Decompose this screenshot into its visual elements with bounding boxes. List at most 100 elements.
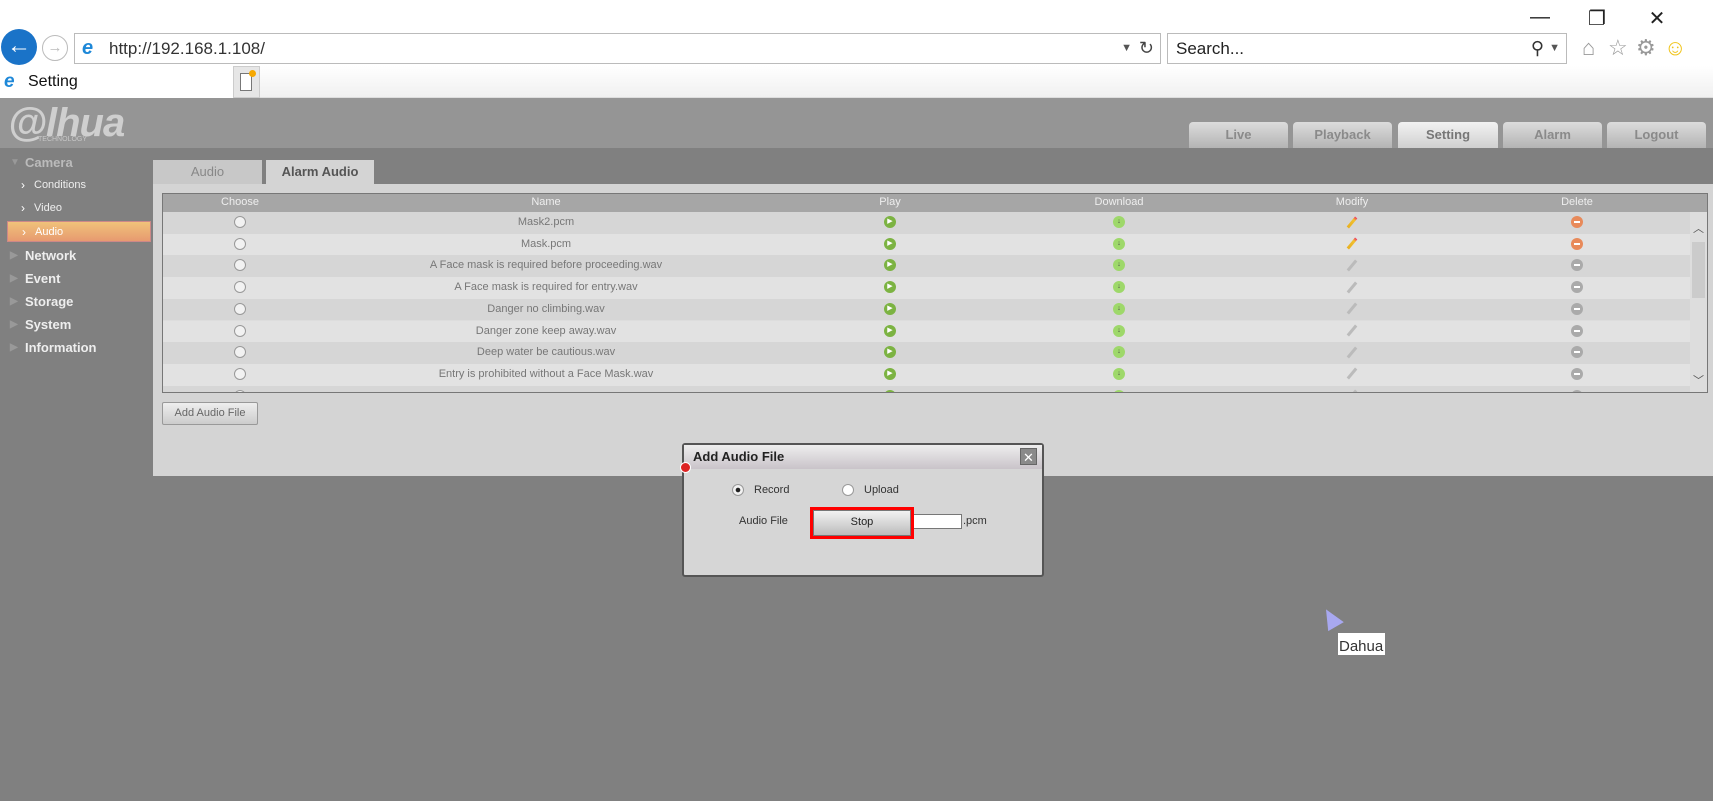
- nav-tab-setting[interactable]: Setting: [1398, 122, 1498, 148]
- delete-icon[interactable]: [1571, 299, 1583, 321]
- pencil-icon[interactable]: [1346, 255, 1358, 277]
- play-icon[interactable]: ▶: [884, 299, 896, 321]
- choose-radio[interactable]: [234, 299, 246, 321]
- sidebar-item-event[interactable]: ▶ Event: [0, 268, 152, 289]
- pencil-icon[interactable]: [1346, 364, 1358, 386]
- choose-radio[interactable]: [234, 234, 246, 256]
- nav-tab-live[interactable]: Live: [1189, 122, 1288, 148]
- chevron-down-icon[interactable]: ﹀: [1693, 372, 1704, 388]
- download-icon[interactable]: ↓: [1113, 386, 1125, 392]
- chevron-down-icon[interactable]: ▼: [1549, 34, 1560, 63]
- minimize-button[interactable]: —: [1525, 6, 1555, 29]
- nav-tab-logout[interactable]: Logout: [1607, 122, 1706, 148]
- browser-tab[interactable]: e Setting: [0, 66, 233, 98]
- choose-radio[interactable]: [234, 386, 246, 392]
- tab-audio[interactable]: Audio: [153, 160, 262, 184]
- nav-tab-playback[interactable]: Playback: [1293, 122, 1392, 148]
- sidebar-item-system[interactable]: ▶ System: [0, 314, 152, 335]
- column-header-choose: Choose: [221, 196, 259, 208]
- play-icon[interactable]: ▶: [884, 386, 896, 392]
- sidebar-item-network[interactable]: ▶ Network: [0, 245, 152, 266]
- choose-radio[interactable]: [234, 255, 246, 277]
- triangle-right-icon: ▶: [10, 319, 18, 330]
- pencil-icon[interactable]: [1346, 212, 1358, 234]
- pencil-icon[interactable]: [1346, 234, 1358, 256]
- play-icon[interactable]: ▶: [884, 277, 896, 299]
- play-icon[interactable]: ▶: [884, 234, 896, 256]
- delete-icon[interactable]: [1571, 386, 1583, 392]
- download-icon[interactable]: ↓: [1113, 277, 1125, 299]
- play-icon[interactable]: ▶: [884, 364, 896, 386]
- choose-radio[interactable]: [234, 364, 246, 386]
- delete-icon[interactable]: [1571, 342, 1583, 364]
- stop-button[interactable]: Stop: [813, 510, 911, 536]
- download-icon[interactable]: ↓: [1113, 342, 1125, 364]
- search-icon[interactable]: ⚲: [1531, 34, 1544, 63]
- chevron-right-icon: ›: [21, 201, 25, 215]
- play-icon[interactable]: ▶: [884, 255, 896, 277]
- delete-icon[interactable]: [1571, 364, 1583, 386]
- refresh-icon[interactable]: ↻: [1139, 34, 1154, 63]
- sidebar-item-conditions[interactable]: › Conditions: [0, 175, 152, 196]
- sidebar-item-information[interactable]: ▶ Information: [0, 337, 152, 358]
- choose-radio[interactable]: [234, 342, 246, 364]
- triangle-right-icon: ▶: [10, 296, 18, 307]
- choose-radio[interactable]: [234, 212, 246, 234]
- nav-tab-alarm[interactable]: Alarm: [1503, 122, 1602, 148]
- delete-icon[interactable]: [1571, 255, 1583, 277]
- ie-logo-icon: e: [82, 37, 94, 59]
- file-name: Danger zone keep away.wav: [475, 324, 617, 337]
- logo-subtitle: TECHNOLOGY: [38, 136, 88, 143]
- pencil-icon[interactable]: [1346, 321, 1358, 343]
- choose-radio[interactable]: [234, 321, 246, 343]
- sidebar-item-camera[interactable]: ▼ Camera: [0, 152, 152, 173]
- pencil-icon[interactable]: [1346, 386, 1358, 392]
- search-input[interactable]: Search... ⚲ ▼: [1167, 33, 1567, 64]
- record-radio[interactable]: [732, 484, 744, 496]
- download-icon[interactable]: ↓: [1113, 321, 1125, 343]
- pencil-icon[interactable]: [1346, 299, 1358, 321]
- chevron-down-icon[interactable]: ▼: [1121, 34, 1132, 63]
- scrollbar[interactable]: ︿ ﹀: [1690, 212, 1707, 392]
- close-window-button[interactable]: ✕: [1642, 6, 1672, 31]
- delete-icon[interactable]: [1571, 277, 1583, 299]
- play-icon[interactable]: ▶: [884, 321, 896, 343]
- chevron-up-icon[interactable]: ︿: [1693, 220, 1704, 236]
- download-icon[interactable]: ↓: [1113, 212, 1125, 234]
- download-icon[interactable]: ↓: [1113, 255, 1125, 277]
- tab-alarm-audio[interactable]: Alarm Audio: [266, 160, 374, 184]
- table-row: Mask2.pcm ▶ ↓: [163, 212, 1691, 234]
- play-icon[interactable]: ▶: [884, 342, 896, 364]
- home-icon[interactable]: ⌂: [1582, 35, 1595, 61]
- dialog-title: Add Audio File: [684, 445, 1042, 469]
- sidebar-item-audio[interactable]: › Audio: [7, 221, 151, 242]
- upload-radio[interactable]: [842, 484, 854, 496]
- star-icon[interactable]: ☆: [1608, 35, 1628, 61]
- gear-icon[interactable]: ⚙: [1636, 35, 1656, 61]
- play-icon[interactable]: ▶: [884, 212, 896, 234]
- smiley-icon[interactable]: ☺: [1664, 35, 1686, 61]
- column-header-name: Name: [531, 196, 561, 208]
- restore-button[interactable]: ❐: [1582, 6, 1612, 31]
- search-placeholder: Search...: [1176, 39, 1245, 58]
- scrollbar-thumb[interactable]: [1692, 242, 1705, 298]
- pencil-icon[interactable]: [1346, 277, 1358, 299]
- chevron-right-icon: ›: [22, 225, 26, 239]
- delete-icon[interactable]: [1571, 234, 1583, 256]
- choose-radio[interactable]: [234, 277, 246, 299]
- new-tab-button[interactable]: [233, 66, 260, 98]
- delete-icon[interactable]: [1571, 212, 1583, 234]
- close-icon[interactable]: ✕: [1020, 448, 1037, 465]
- add-audio-file-button[interactable]: Add Audio File: [162, 402, 258, 425]
- pencil-icon[interactable]: [1346, 342, 1358, 364]
- file-name: Danger no climbing.wav: [487, 302, 605, 315]
- download-icon[interactable]: ↓: [1113, 234, 1125, 256]
- sidebar-item-video[interactable]: › Video: [0, 198, 152, 219]
- forward-arrow-icon[interactable]: →: [42, 35, 68, 61]
- address-bar[interactable]: e http://192.168.1.108/ ▼ ↻: [74, 33, 1161, 64]
- sidebar-item-storage[interactable]: ▶ Storage: [0, 291, 152, 312]
- back-arrow-icon[interactable]: ←: [1, 29, 37, 65]
- download-icon[interactable]: ↓: [1113, 364, 1125, 386]
- delete-icon[interactable]: [1571, 321, 1583, 343]
- download-icon[interactable]: ↓: [1113, 299, 1125, 321]
